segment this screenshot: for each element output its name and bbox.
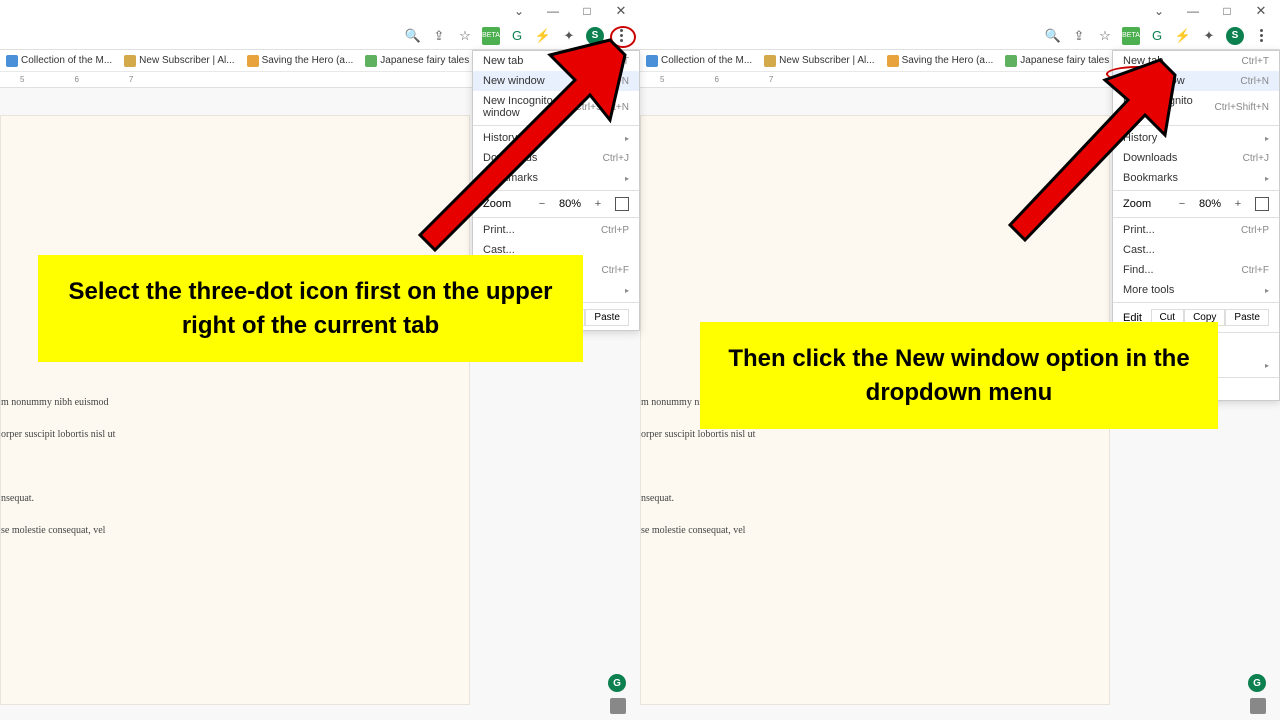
minimize-button[interactable]: — [546, 4, 560, 18]
minimize-button[interactable]: — [1186, 4, 1200, 18]
bookmark-item[interactable]: New Subscriber | Al... [124, 55, 234, 67]
callout-left: Select the three-dot icon first on the u… [38, 255, 583, 362]
grammarly-badge[interactable]: G [608, 674, 626, 692]
bookmark-item[interactable]: Collection of the M... [646, 55, 752, 67]
chevron-down-icon[interactable]: ⌄ [1152, 4, 1166, 18]
maximize-button[interactable]: □ [1220, 4, 1234, 18]
beta-badge: BETA [1122, 27, 1140, 45]
corner-badge [610, 698, 626, 714]
corner-badge [1250, 698, 1266, 714]
extension-icon[interactable]: ⚡ [1174, 27, 1192, 45]
menu-more-tools[interactable]: More tools▸ [1113, 280, 1279, 300]
fullscreen-icon[interactable] [1255, 197, 1269, 211]
bookmark-item[interactable]: New Subscriber | Al... [764, 55, 874, 67]
bookmark-item[interactable]: Collection of the M... [6, 55, 112, 67]
titlebar: ⌄ — □ ✕ [640, 0, 1280, 22]
arrow-annotation [1000, 50, 1180, 250]
bookmark-item[interactable]: Saving the Hero (a... [887, 55, 994, 67]
zoom-icon[interactable]: 🔍 [1044, 27, 1062, 45]
paste-button[interactable]: Paste [1225, 309, 1269, 326]
puzzle-icon[interactable]: ✦ [1200, 27, 1218, 45]
zoom-in-button[interactable]: + [1231, 198, 1245, 210]
chevron-down-icon[interactable]: ⌄ [512, 4, 526, 18]
profile-icon[interactable]: S [1226, 27, 1244, 45]
grammarly-badge[interactable]: G [1248, 674, 1266, 692]
close-button[interactable]: ✕ [1254, 4, 1268, 18]
arrow-annotation [400, 30, 630, 260]
bookmark-item[interactable]: Saving the Hero (a... [247, 55, 354, 67]
kebab-menu-icon[interactable] [1252, 27, 1270, 45]
close-button[interactable]: ✕ [614, 4, 628, 18]
grammarly-icon[interactable]: G [1148, 27, 1166, 45]
callout-right: Then click the New window option in the … [700, 322, 1218, 429]
star-icon[interactable]: ☆ [1096, 27, 1114, 45]
share-icon[interactable]: ⇪ [1070, 27, 1088, 45]
toolbar: 🔍 ⇪ ☆ BETA G ⚡ ✦ S [640, 22, 1280, 50]
titlebar: ⌄ — □ ✕ [0, 0, 640, 22]
zoom-value: 80% [1199, 198, 1221, 210]
menu-find[interactable]: Find...Ctrl+F [1113, 260, 1279, 280]
maximize-button[interactable]: □ [580, 4, 594, 18]
paste-button[interactable]: Paste [585, 309, 629, 326]
